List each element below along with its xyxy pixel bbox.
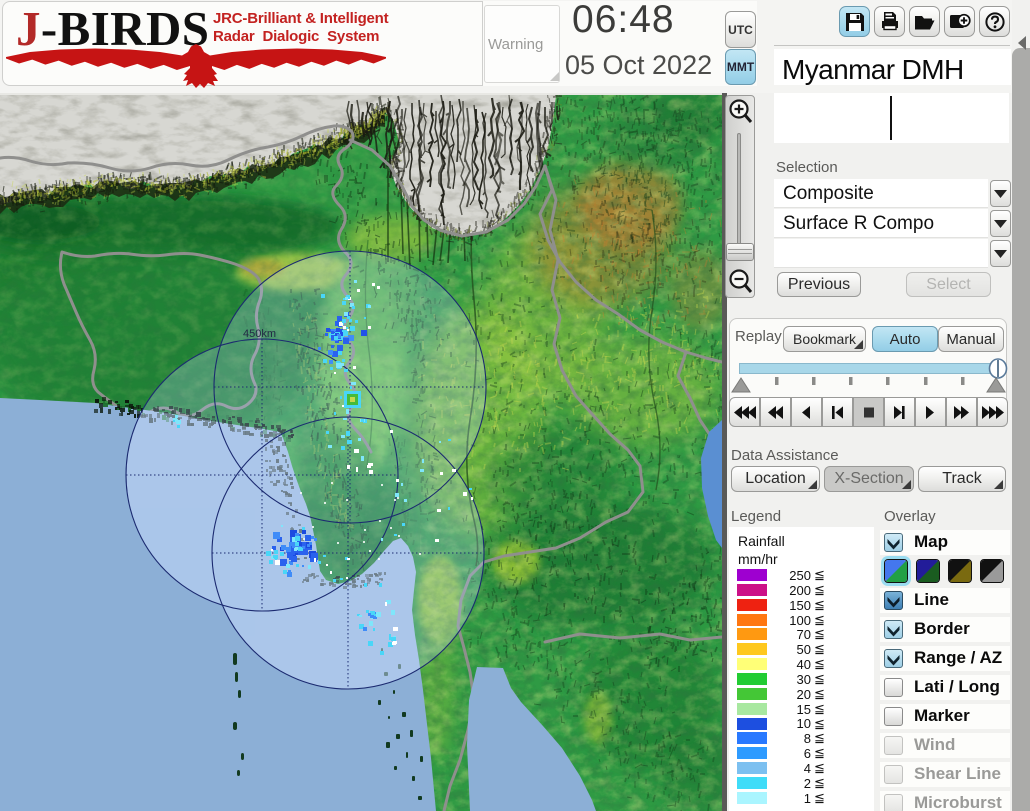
svg-text:450km: 450km [243, 328, 276, 340]
